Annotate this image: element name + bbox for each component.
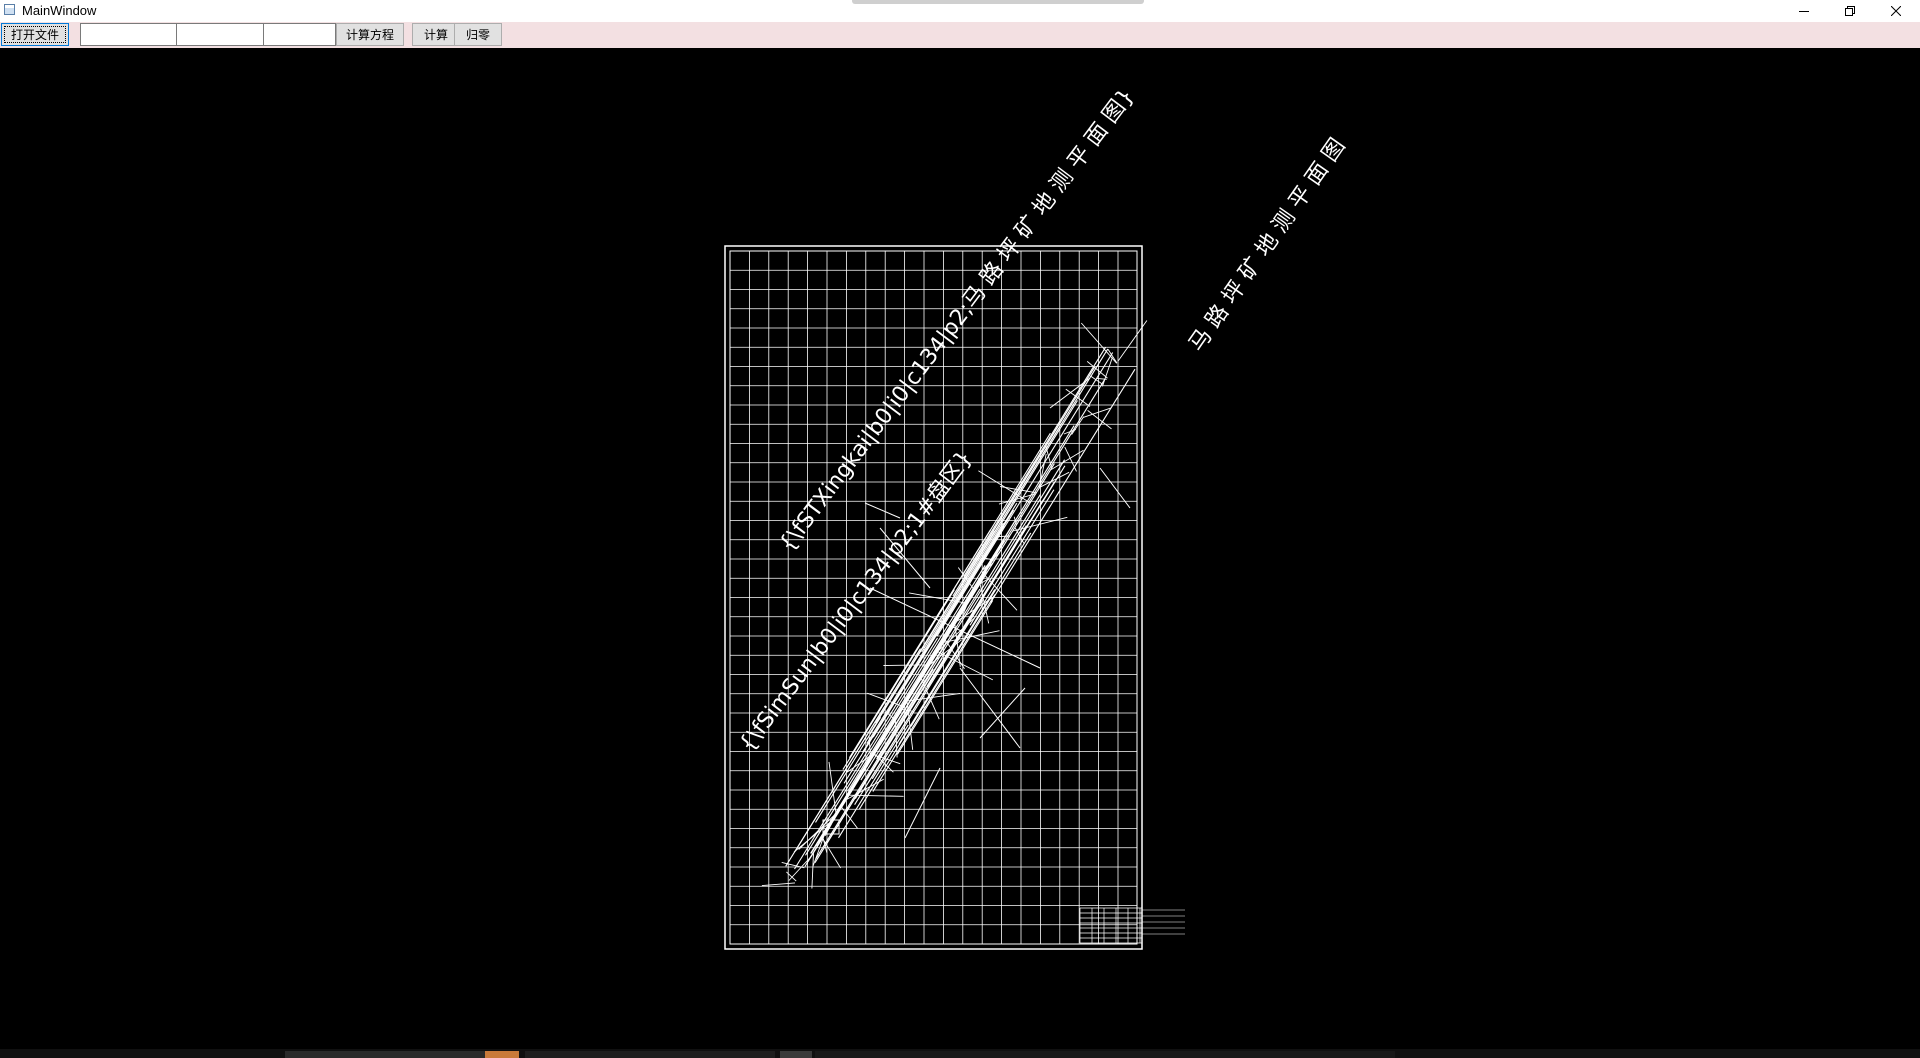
app-icon	[4, 4, 15, 15]
drawing-title-overlay: 马 路 坪 矿 地 测 平 面 图	[1184, 134, 1350, 356]
minimize-button[interactable]	[1781, 0, 1827, 22]
title-bar-drag-tab[interactable]	[852, 0, 1144, 4]
taskbar-app-1[interactable]	[285, 1051, 485, 1058]
taskbar-app-2[interactable]	[485, 1051, 519, 1058]
reset-button[interactable]: 归零	[454, 23, 502, 46]
close-button[interactable]	[1873, 0, 1919, 22]
taskbar	[0, 1049, 1920, 1058]
mine-workings	[761, 320, 1148, 889]
minimize-icon	[1799, 11, 1809, 12]
panel-area-label: {\fSimSun|b0|i0|c134|p2;1#盘区}	[735, 446, 978, 757]
taskbar-app-5[interactable]	[815, 1051, 1395, 1058]
restore-icon	[1845, 6, 1855, 16]
calc-button[interactable]: 计算	[412, 23, 460, 46]
toolbar: 打开文件 计算方程 计算 归零	[0, 22, 1920, 48]
title-block	[1079, 907, 1185, 944]
drawing-canvas[interactable]: {\fSTXingkai|b0|i0|c134|p2;马 路 坪 矿 地 测 平…	[0, 48, 1920, 1049]
taskbar-app-4[interactable]	[780, 1051, 812, 1058]
window-title: MainWindow	[22, 3, 97, 18]
coord-input-1[interactable]	[80, 23, 177, 46]
coord-input-3[interactable]	[263, 23, 336, 46]
title-bar: MainWindow	[0, 0, 1920, 22]
taskbar-app-3[interactable]	[525, 1051, 775, 1058]
close-icon	[1891, 6, 1901, 16]
calc-equation-button[interactable]: 计算方程	[336, 23, 404, 46]
cad-drawing: {\fSTXingkai|b0|i0|c134|p2;马 路 坪 矿 地 测 平…	[724, 84, 1351, 950]
open-file-button[interactable]: 打开文件	[1, 23, 69, 46]
coord-input-2[interactable]	[176, 23, 264, 46]
restore-button[interactable]	[1827, 0, 1873, 22]
